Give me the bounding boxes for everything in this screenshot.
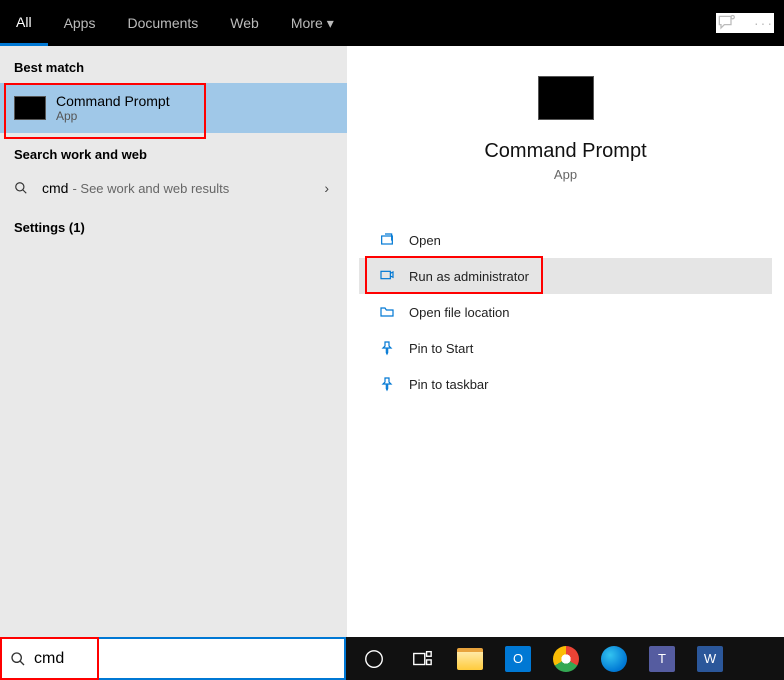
preview-title: Command Prompt	[347, 140, 784, 163]
tab-apps[interactable]: Apps	[48, 0, 112, 46]
taskbar-file-explorer[interactable]	[448, 639, 492, 679]
action-open-file-location[interactable]: Open file location	[359, 294, 772, 330]
teams-icon: T	[649, 646, 675, 672]
preview-app-icon	[538, 76, 594, 120]
bottom-bar: O T W	[0, 637, 784, 680]
search-input[interactable]	[34, 650, 336, 668]
pin-icon	[377, 340, 397, 356]
best-match-label: Best match	[0, 46, 347, 83]
action-run-as-administrator[interactable]: Run as administrator	[359, 258, 772, 294]
action-pin-to-start[interactable]: Pin to Start	[359, 330, 772, 366]
pin-icon	[377, 376, 397, 392]
taskbar-chrome[interactable]	[544, 639, 588, 679]
action-label: Open	[409, 233, 441, 248]
taskbar: O T W	[346, 637, 784, 680]
action-pin-to-taskbar[interactable]: Pin to taskbar	[359, 366, 772, 402]
edge-icon	[601, 646, 627, 672]
folder-icon	[377, 304, 397, 320]
taskbar-word[interactable]: W	[688, 639, 732, 679]
action-list: Open Run as administrator Open file loca…	[347, 222, 784, 402]
tab-all[interactable]: All	[0, 0, 48, 46]
result-subtitle: App	[56, 109, 170, 123]
shield-icon	[377, 268, 397, 284]
result-command-prompt[interactable]: Command Prompt App	[0, 83, 347, 133]
action-label: Open file location	[409, 305, 509, 320]
taskbar-task-view[interactable]	[400, 639, 444, 679]
action-label: Run as administrator	[409, 269, 529, 284]
chrome-icon	[553, 646, 579, 672]
word-icon: W	[697, 646, 723, 672]
chevron-right-icon: ›	[324, 180, 329, 196]
results-panel: Best match Command Prompt App Search wor…	[0, 46, 347, 637]
feedback-icon[interactable]	[716, 13, 736, 33]
taskbar-search[interactable]	[0, 637, 346, 680]
search-icon	[10, 651, 26, 667]
preview-subtitle: App	[347, 167, 784, 182]
open-icon	[377, 232, 397, 248]
taskbar-outlook[interactable]: O	[496, 639, 540, 679]
tab-web[interactable]: Web	[214, 0, 275, 46]
action-open[interactable]: Open	[359, 222, 772, 258]
chevron-down-icon: ▾	[327, 15, 334, 32]
web-query-text: cmd	[42, 180, 68, 196]
more-options-icon[interactable]: ···	[754, 15, 774, 31]
result-title: Command Prompt	[56, 93, 170, 109]
command-prompt-icon	[14, 96, 46, 120]
web-result-cmd[interactable]: cmd - See work and web results ›	[0, 170, 347, 206]
preview-panel: Command Prompt App Open Run as administr…	[347, 46, 784, 637]
folder-icon	[457, 648, 483, 670]
search-web-label: Search work and web	[0, 133, 347, 170]
tab-documents[interactable]: Documents	[111, 0, 214, 46]
search-icon	[14, 181, 34, 195]
taskbar-cortana[interactable]	[352, 639, 396, 679]
taskbar-edge[interactable]	[592, 639, 636, 679]
action-label: Pin to taskbar	[409, 377, 489, 392]
action-label: Pin to Start	[409, 341, 473, 356]
tab-more[interactable]: More▾	[275, 0, 350, 46]
settings-label[interactable]: Settings (1)	[0, 206, 347, 243]
outlook-icon: O	[505, 646, 531, 672]
search-scope-tabs: All Apps Documents Web More▾ ···	[0, 0, 784, 46]
taskbar-teams[interactable]: T	[640, 639, 684, 679]
web-hint-text: - See work and web results	[72, 181, 229, 196]
